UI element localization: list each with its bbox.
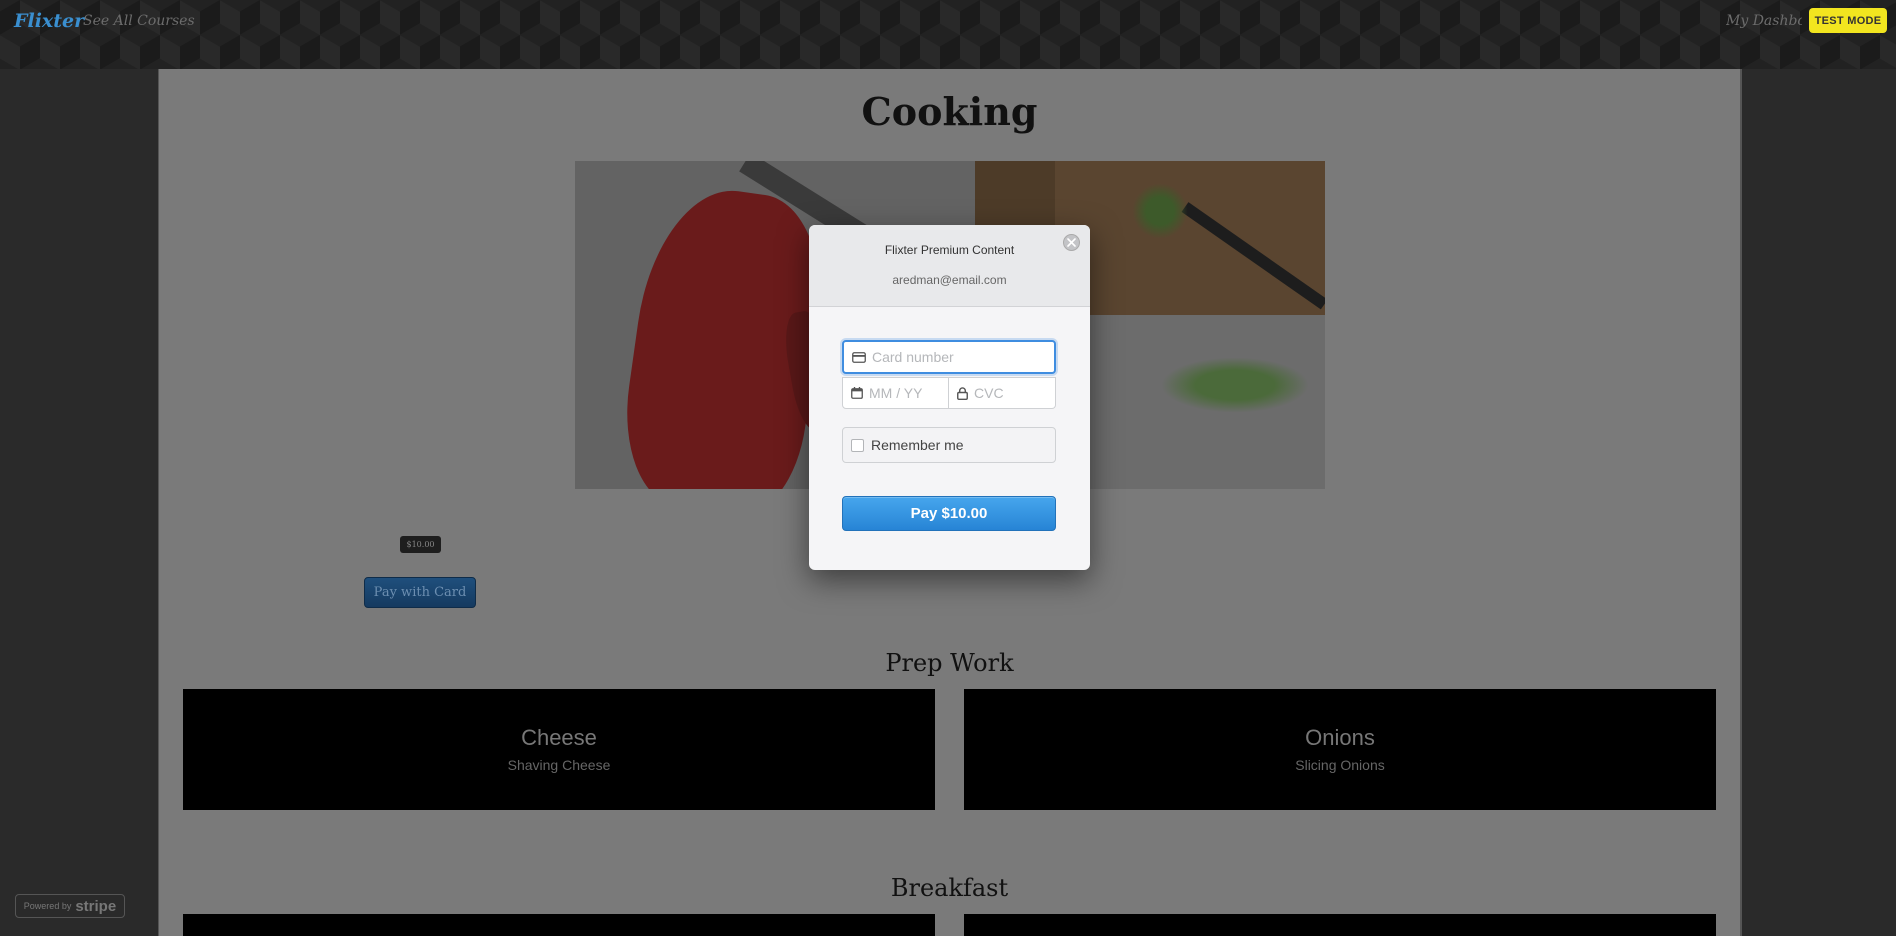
card-number-field[interactable] <box>842 340 1056 374</box>
cvc-field[interactable] <box>949 377 1056 409</box>
remember-me-checkbox[interactable] <box>851 438 864 452</box>
calendar-icon <box>851 386 863 400</box>
expiry-field[interactable] <box>842 377 949 409</box>
checkout-title: Flixter Premium Content <box>884 243 1015 257</box>
credit-card-icon <box>852 350 866 364</box>
cvc-input[interactable] <box>974 378 1055 408</box>
remember-me-row[interactable]: Remember me <box>842 427 1056 463</box>
close-icon <box>1067 234 1076 252</box>
pay-button[interactable]: Pay $10.00 <box>842 496 1056 531</box>
remember-me-label: Remember me <box>871 437 964 453</box>
close-button[interactable] <box>1063 234 1080 251</box>
checkout-modal: Flixter Premium Content aredman@email.co… <box>809 225 1090 570</box>
expiry-input[interactable] <box>869 378 948 408</box>
card-number-input[interactable] <box>872 342 1054 372</box>
checkout-email: aredman@email.com <box>892 273 1007 287</box>
lock-icon <box>957 386 968 400</box>
checkout-header: Flixter Premium Content aredman@email.co… <box>809 225 1090 307</box>
